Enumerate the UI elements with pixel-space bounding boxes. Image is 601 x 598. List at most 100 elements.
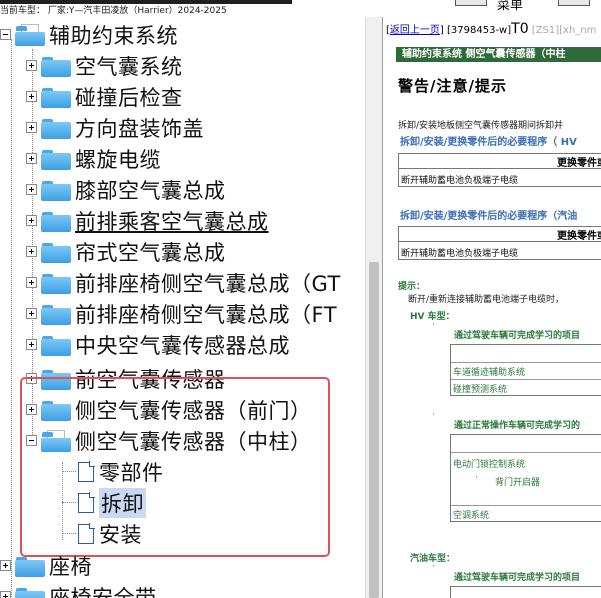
- expand-icon[interactable]: [26, 153, 37, 164]
- procedure-table-hv: 更换零件或 断开辅助蓄电池负极端子电缆: [398, 153, 601, 187]
- folder-icon: [15, 586, 45, 598]
- back-link[interactable]: 返回上一页: [390, 25, 440, 36]
- expand-icon[interactable]: [26, 91, 37, 102]
- expand-icon[interactable]: [26, 215, 37, 226]
- tree-node-label: 前排座椅侧空气囊总成（GT: [75, 271, 341, 296]
- tip-text: 断开/重新连接辅助蓄电池端子电缆时，: [408, 295, 565, 305]
- tree-node-curtain-airbag[interactable]: 帘式空气囊总成: [26, 236, 226, 267]
- folder-icon: [41, 179, 71, 201]
- table-rule: [451, 362, 601, 363]
- tree-node-root[interactable]: 辅助约束系统: [0, 19, 178, 50]
- expand-icon[interactable]: [0, 591, 11, 598]
- table-cell: 车道循迹辅助系统: [453, 368, 526, 378]
- tree-node-label: 座椅安全带: [49, 585, 157, 598]
- folder-icon: [41, 241, 71, 263]
- table-cell: 空调系统: [453, 511, 490, 521]
- table-cell: 断开辅助蓄电池负极端子电缆: [401, 176, 519, 186]
- document-pane: [返回上一页] [3798453-w]T0 [ZS1][xh_nm 辅助约束系统…: [384, 17, 601, 598]
- menu-button[interactable]: 菜单: [497, 0, 523, 12]
- tree-node-label: 螺旋电缆: [75, 147, 161, 172]
- navigation-tree: 辅助约束系统 空气囊系统 碰撞后检查 方向盘装饰盖 螺旋电缆 膝部空气囊总成 前…: [0, 17, 365, 598]
- open-folder-icon: [15, 23, 45, 46]
- tree-node-label: 碰撞后检查: [75, 85, 183, 110]
- tree-node-spiral-cable[interactable]: 螺旋电缆: [26, 143, 161, 174]
- intro-text: 拆卸/安装地板侧空气囊传感器期间拆卸并: [398, 121, 564, 131]
- gas-learning-table-1: [450, 586, 601, 598]
- toolbar-tab-left[interactable]: [455, 0, 487, 6]
- tip-label: 提示：: [398, 282, 426, 292]
- tree-node-seat-airbag-gt[interactable]: 前排座椅侧空气囊总成（GT: [26, 267, 341, 298]
- expand-icon[interactable]: [26, 184, 37, 195]
- bullet: ·: [432, 562, 435, 572]
- tree-connector-root: [11, 39, 12, 598]
- document-code: 3798453-w: [450, 25, 508, 36]
- folder-icon: [41, 148, 71, 170]
- warning-title: 警告/注意/提示: [398, 77, 507, 95]
- expand-icon[interactable]: [26, 60, 37, 71]
- folder-icon: [15, 555, 45, 577]
- tree-node-seatbelt[interactable]: 座椅安全带: [0, 581, 157, 598]
- tree-node-label: 帘式空气囊总成: [75, 240, 226, 265]
- hv-learning-item-2: 通过正常操作车辆可完成学习的: [454, 421, 581, 431]
- folder-icon: [41, 210, 71, 232]
- tree-node-post-collision-check[interactable]: 碰撞后检查: [26, 81, 183, 112]
- pane-divider[interactable]: [382, 17, 383, 598]
- collapse-icon[interactable]: [0, 29, 11, 40]
- vehicle-info: 当前车型： 厂家:Y—汽丰田凌放（Harrier）2024-2025: [0, 6, 227, 16]
- folder-icon: [41, 272, 71, 294]
- table-header: 更换零件或: [399, 227, 601, 242]
- tree-node-passenger-airbag[interactable]: 前排乘客空气囊总成: [26, 205, 269, 236]
- folder-icon: [41, 303, 71, 325]
- folder-icon: [41, 334, 71, 356]
- section-header: 辅助约束系统 侧空气囊传感器（中柱: [396, 47, 601, 62]
- tree-node-center-sensor[interactable]: 中央空气囊传感器总成: [26, 329, 290, 360]
- expand-icon[interactable]: [26, 246, 37, 257]
- tree-node-label: 辅助约束系统: [49, 23, 178, 48]
- folder-icon: [41, 55, 71, 77]
- expand-icon[interactable]: [0, 560, 11, 571]
- tree-node-label: 膝部空气囊总成: [75, 178, 226, 203]
- hv-learning-table-2: 电动门锁控制系统 · 背门开启器 空调系统: [450, 434, 601, 522]
- hv-learning-item-1: 通过驾驶车辆可完成学习的项目: [454, 331, 581, 341]
- folder-icon: [41, 117, 71, 139]
- tree-node-label: 座椅: [49, 554, 92, 579]
- table-bullet: ·: [475, 473, 478, 483]
- bullet: ·: [432, 410, 435, 420]
- tree-node-label: 空气囊系统: [75, 54, 183, 79]
- document-link-bar: [返回上一页] [3798453-w]T0 [ZS1][xh_nm: [386, 21, 597, 37]
- grey-code: [ZS1][xh_nm: [531, 25, 597, 36]
- tree-node-knee-airbag[interactable]: 膝部空气囊总成: [26, 174, 226, 205]
- folder-icon: [41, 86, 71, 108]
- table-rule: [451, 452, 601, 453]
- procedure-table-gas: 更换零件或 断开辅助蓄电池负极端子电缆: [398, 226, 601, 260]
- table-cell: 电动门锁控制系统: [453, 460, 526, 470]
- hv-learning-table-1: 车道循迹辅助系统 碰撞预测系统: [450, 344, 601, 396]
- table-cell: 碰撞预测系统: [453, 385, 508, 395]
- expand-icon[interactable]: [26, 277, 37, 288]
- procedure-gas-title: 拆卸/安装/更换零件后的必要程序（汽油: [400, 211, 578, 222]
- bullet: ·: [432, 320, 435, 330]
- expand-icon[interactable]: [26, 122, 37, 133]
- tree-node-label: 中央空气囊传感器总成: [75, 333, 290, 358]
- tree-node-label: 前排座椅侧空气囊总成（FT: [75, 302, 338, 327]
- table-cell: 背门开启器: [495, 478, 541, 488]
- tree-node-steering-pad[interactable]: 方向盘装饰盖: [26, 112, 204, 143]
- tree-node-airbag-system[interactable]: 空气囊系统: [26, 50, 183, 81]
- tree-node-seat-airbag-ft[interactable]: 前排座椅侧空气囊总成（FT: [26, 298, 337, 329]
- top-bar: 当前车型： 厂家:Y—汽丰田凌放（Harrier）2024-2025 菜单: [0, 0, 601, 17]
- highlight-annotation: [20, 377, 330, 557]
- gas-learning-item-1: 通过驾驶车辆可完成学习的项目: [454, 573, 581, 583]
- tree-node-seat[interactable]: 座椅: [0, 550, 92, 581]
- table-cell: 断开辅助蓄电池负极端子电缆: [401, 249, 519, 259]
- table-header: 更换零件或: [399, 154, 601, 169]
- scrollbar-thumb[interactable]: [369, 262, 379, 598]
- expand-icon[interactable]: [26, 308, 37, 319]
- tree-node-label: 前排乘客空气囊总成: [75, 209, 269, 234]
- document-code-suffix: T0: [511, 21, 529, 37]
- expand-icon[interactable]: [26, 339, 37, 350]
- table-rule: [451, 505, 601, 506]
- tree-node-label: 方向盘装饰盖: [75, 116, 204, 141]
- toolbar-tab-right[interactable]: [558, 0, 590, 6]
- procedure-hv-title: 拆卸/安装/更换零件后的必要程序（ HV: [400, 137, 577, 148]
- tree-scrollbar[interactable]: [365, 17, 382, 598]
